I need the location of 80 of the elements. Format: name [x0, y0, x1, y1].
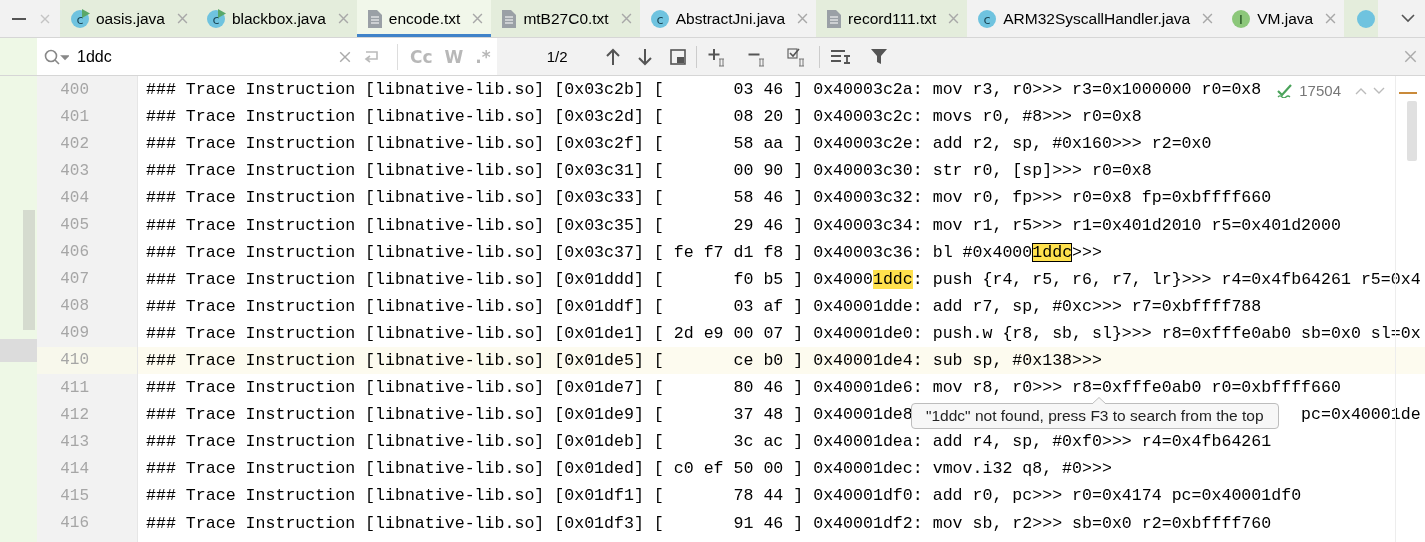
close-icon[interactable] — [1325, 13, 1337, 24]
code-text: >>> — [1072, 242, 1102, 262]
editor-tab[interactable]: mtB27C0.txt — [491, 0, 640, 37]
close-icon[interactable] — [797, 13, 809, 24]
line-number: 414 — [60, 459, 89, 478]
text-file-icon — [501, 8, 518, 29]
code-text: ### Trace Instruction [libnative-lib.so] [0x03c2f] [ 58 aa ] 0x40003c2e: add r2, sp, #0x160>>> r2=0x0 — [146, 134, 1212, 154]
line-number: 401 — [60, 107, 89, 126]
close-icon[interactable] — [1202, 13, 1214, 24]
editor-tab[interactable]: c oasis.java — [60, 0, 196, 37]
line-number: 405 — [60, 216, 89, 234]
text-file-icon — [826, 8, 843, 29]
file-type-icon: c — [205, 8, 226, 29]
code-text: ### Trace Instruction [libnative-lib.so] [0x03c33] [ 58 46 ] 0x40003c32: mov r0, fp>>> r0=0x8 fp=0xbffff660 — [146, 188, 1272, 208]
code-text: ### Trace Instruction [libnative-lib.so] [0x03c2b] [ 03 46 ] 0x40003c2a: mov r3, r0>>> r3=0x1000000 r0=0x8 — [146, 80, 1262, 100]
file-type-icon: I — [1231, 8, 1252, 29]
text-file-icon — [366, 8, 383, 29]
line-number: 412 — [60, 405, 89, 424]
close-icon[interactable] — [472, 13, 484, 24]
editor-tab[interactable]: encode.txt — [356, 0, 492, 37]
code-text: ### Trace Instruction [libnative-lib.so] [0x01df1] [ 78 44 ] 0x40001df0: add r0, pc>>> r0=0x4174 pc=0x40001df0 — [146, 486, 1302, 506]
code-text: ### Trace Instruction [libnative-lib.so] [0x01df3] [ 91 46 ] 0x40001df2: mov sb, r2>>> sb=0x0 r2=0xbffff760 — [146, 513, 1272, 533]
scrollbar-thumb[interactable] — [23, 210, 35, 330]
line-number: 409 — [60, 324, 89, 343]
line-number: 407 — [60, 270, 89, 289]
filter-icon[interactable] — [869, 47, 888, 66]
line-number: 408 — [60, 297, 89, 316]
editor-tab[interactable]: c blackbox.java — [195, 0, 357, 37]
file-type-icon: c — [649, 8, 670, 29]
scrollbar-thumb[interactable] — [1407, 101, 1417, 161]
line-number: 413 — [60, 432, 89, 451]
code-text: ### Trace Instruction [libnative-lib.so] [0x01de7] [ 80 46 ] 0x40001de6: mov r8, r0>>> r8=0xfffe0ab0 r0=0xbffff660 — [146, 378, 1341, 398]
file-type-icon: c — [70, 8, 90, 29]
code-text: pc=0x40001de — [1301, 405, 1421, 425]
code-text: ### Trace Instruction [libnative-lib.so] [0x03c35] [ 29 46 ] 0x40003c34: mov r1, r5>>> r1=0x401d2010 r5=0x401d2000 — [146, 215, 1341, 235]
line-number: 410 — [60, 351, 89, 370]
close-icon[interactable] — [176, 13, 188, 24]
code-text: ### Trace Instruction [libnative-lib.so] [0x01de9] [ 37 48 ] 0x40001de8 — [146, 405, 913, 425]
filter-lines-icon[interactable] — [829, 47, 852, 66]
inspection-count[interactable]: 17504 — [1299, 82, 1341, 99]
line-number: 411 — [60, 378, 89, 397]
code-text: ### Trace Instruction [libnative-lib.so] [0x03c37] [ fe f7 d1 f8 ] 0x40003c36: bl #0x4000 — [146, 242, 1033, 262]
close-icon[interactable] — [40, 13, 50, 24]
code-text: ### Trace Instruction [libnative-lib.so] [0x03c2d] [ 08 20 ] 0x40003c2c: movs r0, #8>>> r0=0x8 — [146, 107, 1142, 127]
newline-icon[interactable] — [363, 48, 381, 65]
editor-tab[interactable] — [1344, 0, 1379, 37]
line-number: 416 — [60, 514, 89, 533]
code-text: ### Trace Instruction [libnative-lib.so] [0x01de1] [ 2d e9 00 07 ] 0x40001de0: push.w {r8, sb, sl}>>> r8=0xfffe0ab0 sb=0x0 sl=0x — [146, 323, 1421, 343]
line-number: 403 — [60, 161, 89, 180]
code-text: ### Trace Instruction [libnative-lib.so] [0x01ded] [ c0 ef 50 00 ] 0x40001dec: vmov.i32 q8, #0>>> — [146, 459, 1112, 479]
arrow-up-icon[interactable] — [605, 47, 620, 66]
line-number: 400 — [60, 80, 89, 99]
chevron-up-icon[interactable] — [1355, 86, 1367, 95]
code-text: ### Trace Instruction [libnative-lib.so] [0x01ddf] [ 03 af ] 0x40001dde: add r7, sp, #0xc>>> r7=0xbffff788 — [146, 296, 1262, 316]
code-text: ### Trace Instruction [libnative-lib.so] [0x01de5] [ ce b0 ] 0x40001de4: sub sp, #0x138>>> — [146, 351, 1102, 370]
line-number: 402 — [60, 134, 89, 153]
check-icon — [1277, 83, 1294, 98]
tooltip-arrow — [1092, 397, 1106, 404]
close-icon[interactable] — [620, 13, 632, 24]
close-icon[interactable] — [948, 13, 960, 24]
code-text: ### Trace Instruction [libnative-lib.so] [0x01deb] [ 3c ac ] 0x40001dea: add r4, sp, #0xf0>>> r4=0x4fb64261 — [146, 432, 1272, 452]
close-icon[interactable] — [337, 13, 349, 24]
arrow-down-icon[interactable] — [637, 47, 652, 66]
search-match: 1ddc — [872, 269, 913, 289]
line-number: 404 — [60, 188, 89, 207]
file-type-icon — [1356, 8, 1377, 29]
code-text: ### Trace Instruction [libnative-lib.so] [0x03c31] [ 00 90 ] 0x40003c30: str r0, [sp]>>> r0=0x8 — [146, 161, 1152, 181]
window-icon[interactable] — [669, 48, 686, 65]
code-text: : push {r4, r5, r6, r7, lr}>>> r4=0x4fb64261 r5=0x4 — [912, 269, 1421, 289]
close-icon[interactable] — [1404, 50, 1417, 63]
line-number: 406 — [60, 243, 89, 262]
match-count: 1/2 — [546, 48, 568, 65]
line-number: 415 — [60, 486, 89, 505]
code-text: ### Trace Instruction [libnative-lib.so] [0x01ddd] [ f0 b5 ] 0x4000 — [146, 269, 873, 289]
file-type-icon: c — [977, 8, 998, 29]
search-field[interactable]: 1ddc — [75, 46, 319, 67]
chevron-down-icon[interactable] — [1401, 14, 1415, 23]
search-icon[interactable] — [43, 47, 69, 66]
clear-icon[interactable] — [339, 50, 351, 63]
editor-tab[interactable]: record111.txt — [816, 0, 968, 37]
